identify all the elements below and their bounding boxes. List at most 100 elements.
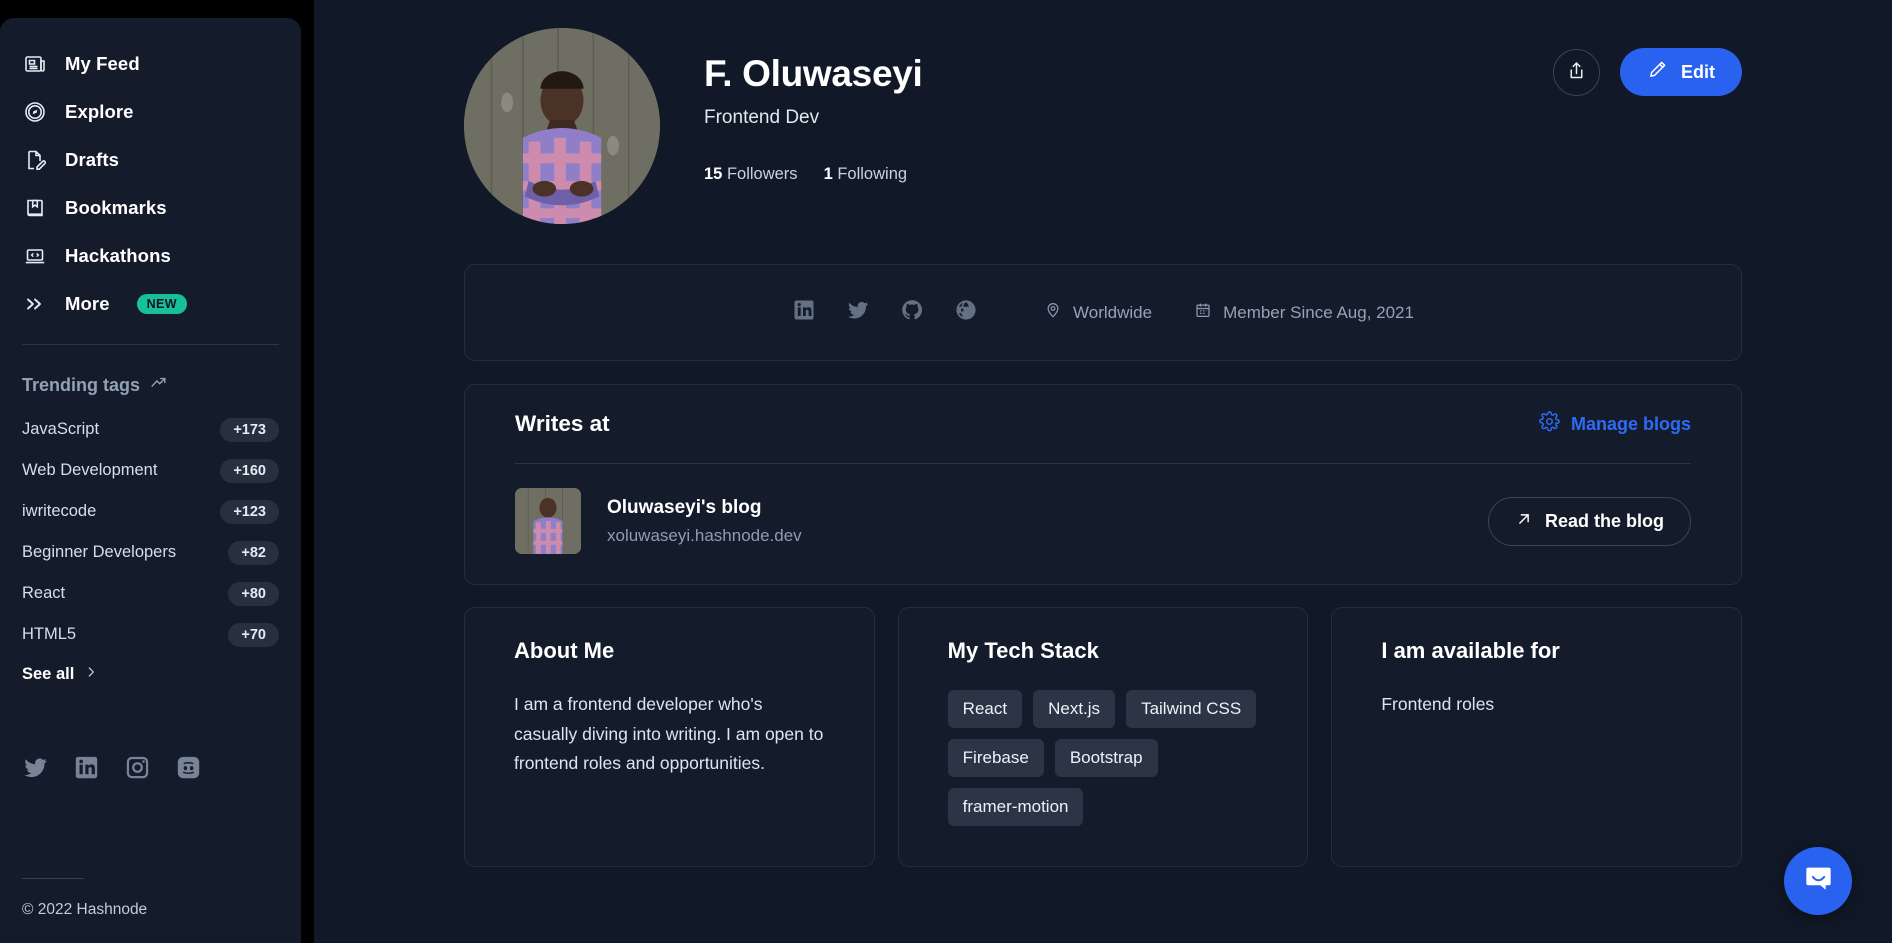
chat-bubble-icon <box>1802 862 1835 900</box>
share-icon <box>1566 60 1587 84</box>
sidebar-item-bookmarks[interactable]: Bookmarks <box>22 184 279 232</box>
tech-chip[interactable]: Firebase <box>947 739 1044 777</box>
tech-chip[interactable]: Tailwind CSS <box>1126 690 1257 728</box>
sidebar-item-explore[interactable]: Explore <box>22 88 279 136</box>
github-icon[interactable] <box>900 298 924 327</box>
instagram-icon[interactable] <box>124 754 151 781</box>
laptop-code-icon <box>22 243 48 269</box>
compass-icon <box>22 99 48 125</box>
share-button[interactable] <box>1553 48 1600 96</box>
sidebar-item-drafts[interactable]: Drafts <box>22 136 279 184</box>
sidebar-item-label: Drafts <box>65 149 120 170</box>
sidebar-divider <box>22 344 279 345</box>
blog-url: xoluwaseyi.hashnode.dev <box>607 525 802 545</box>
twitter-icon[interactable] <box>22 754 49 781</box>
tag-name: Web Development <box>22 461 158 479</box>
discord-icon[interactable] <box>175 754 202 781</box>
tech-chip[interactable]: Next.js <box>1033 690 1116 728</box>
trending-tag-item[interactable]: React +80 <box>22 573 279 614</box>
blog-thumbnail <box>515 488 581 554</box>
blog-name: Oluwaseyi's blog <box>607 496 762 518</box>
trending-tag-item[interactable]: HTML5 +70 <box>22 614 279 655</box>
about-me-card: About Me I am a frontend developer who's… <box>464 607 875 867</box>
sidebar-nav: My Feed Explore Drafts Bookmarks Hackath… <box>22 40 279 328</box>
bookmark-icon <box>22 195 48 221</box>
member-since-text: Member Since Aug, 2021 <box>1223 302 1414 322</box>
tag-name: Beginner Developers <box>22 543 177 561</box>
tag-count: +173 <box>220 417 279 442</box>
tag-count: +82 <box>228 540 279 565</box>
edit-button-label: Edit <box>1681 61 1715 82</box>
sidebar-item-label: Bookmarks <box>65 197 167 218</box>
about-me-title: About Me <box>514 638 615 663</box>
trending-up-icon <box>149 373 168 397</box>
avatar[interactable] <box>464 28 660 224</box>
copyright-text: © 2022 Hashnode <box>22 901 148 918</box>
profile-meta-card: Worldwide Member Since Aug, 2021 <box>464 264 1742 361</box>
main-content: F. Oluwaseyi Frontend Dev 15 Followers 1… <box>314 0 1892 943</box>
sidebar-item-label: My Feed <box>65 53 140 74</box>
tag-count: +70 <box>228 622 279 647</box>
website-globe-icon[interactable] <box>954 298 978 327</box>
following-count: 1 <box>823 165 833 183</box>
manage-blogs-link[interactable]: Manage blogs <box>1539 411 1691 437</box>
intercom-chat-button[interactable] <box>1784 847 1852 915</box>
trending-tag-item[interactable]: iwritecode +123 <box>22 491 279 532</box>
tag-name: React <box>22 584 66 602</box>
sidebar: My Feed Explore Drafts Bookmarks Hackath… <box>0 18 301 943</box>
read-the-blog-button[interactable]: Read the blog <box>1487 496 1691 546</box>
writes-at-card: Writes at Manage blogs Oluwaseyi's blog … <box>464 384 1742 585</box>
followers-label: Followers <box>726 165 798 183</box>
draft-pencil-icon <box>22 147 48 173</box>
see-all-tags-link[interactable]: See all <box>22 665 279 684</box>
map-pin-icon <box>1044 301 1062 324</box>
writes-at-title: Writes at <box>515 411 610 436</box>
trending-tags-header: Trending tags <box>22 373 279 397</box>
tech-stack-chips: React Next.js Tailwind CSS Firebase Boot… <box>947 690 1259 826</box>
profile-meta-items: Worldwide Member Since Aug, 2021 <box>1044 301 1414 324</box>
linkedin-icon[interactable] <box>73 754 100 781</box>
location-text: Worldwide <box>1073 302 1153 322</box>
followers-stat[interactable]: 15 Followers <box>704 165 798 184</box>
sidebar-social-links <box>22 754 279 781</box>
trending-tag-item[interactable]: Beginner Developers +82 <box>22 532 279 573</box>
following-stat[interactable]: 1 Following <box>824 165 907 184</box>
see-all-label: See all <box>22 665 75 683</box>
feed-icon <box>22 51 48 77</box>
linkedin-icon[interactable] <box>792 298 816 327</box>
sidebar-item-more[interactable]: More NEW <box>22 280 279 328</box>
tag-count: +123 <box>220 499 279 524</box>
sidebar-item-my-feed[interactable]: My Feed <box>22 40 279 88</box>
trending-tags-title: Trending tags <box>22 374 141 395</box>
tech-chip[interactable]: Bootstrap <box>1054 739 1158 777</box>
edit-profile-button[interactable]: Edit <box>1620 48 1742 96</box>
profile-social-links <box>792 298 978 327</box>
tag-count: +160 <box>220 458 279 483</box>
tag-name: JavaScript <box>22 420 100 438</box>
new-badge: NEW <box>136 294 187 314</box>
sidebar-item-label: Explore <box>65 101 134 122</box>
chevrons-right-icon <box>22 291 48 317</box>
calendar-icon <box>1194 301 1212 324</box>
arrow-up-right-icon <box>1515 510 1533 533</box>
available-for-title: I am available for <box>1381 638 1560 663</box>
profile-header: F. Oluwaseyi Frontend Dev 15 Followers 1… <box>464 0 1742 224</box>
sidebar-item-hackathons[interactable]: Hackathons <box>22 232 279 280</box>
tech-chip[interactable]: framer-motion <box>947 788 1084 826</box>
gear-icon <box>1539 411 1560 437</box>
following-label: Following <box>837 165 908 183</box>
trending-tag-item[interactable]: JavaScript +173 <box>22 409 279 450</box>
followers-count: 15 <box>704 165 723 183</box>
trending-tag-item[interactable]: Web Development +160 <box>22 450 279 491</box>
sidebar-item-label: More <box>65 293 110 314</box>
tech-stack-title: My Tech Stack <box>947 638 1099 663</box>
profile-info: F. Oluwaseyi Frontend Dev 15 Followers 1… <box>704 28 923 184</box>
tech-chip[interactable]: React <box>947 690 1023 728</box>
twitter-icon[interactable] <box>846 298 870 327</box>
available-for-body: Frontend roles <box>1381 694 1495 714</box>
profile-tagline: Frontend Dev <box>704 107 820 128</box>
profile-stats: 15 Followers 1 Following <box>704 165 923 184</box>
member-since-meta: Member Since Aug, 2021 <box>1194 301 1414 324</box>
writes-at-header: Writes at Manage blogs <box>515 411 1691 437</box>
pencil-icon <box>1647 59 1668 85</box>
